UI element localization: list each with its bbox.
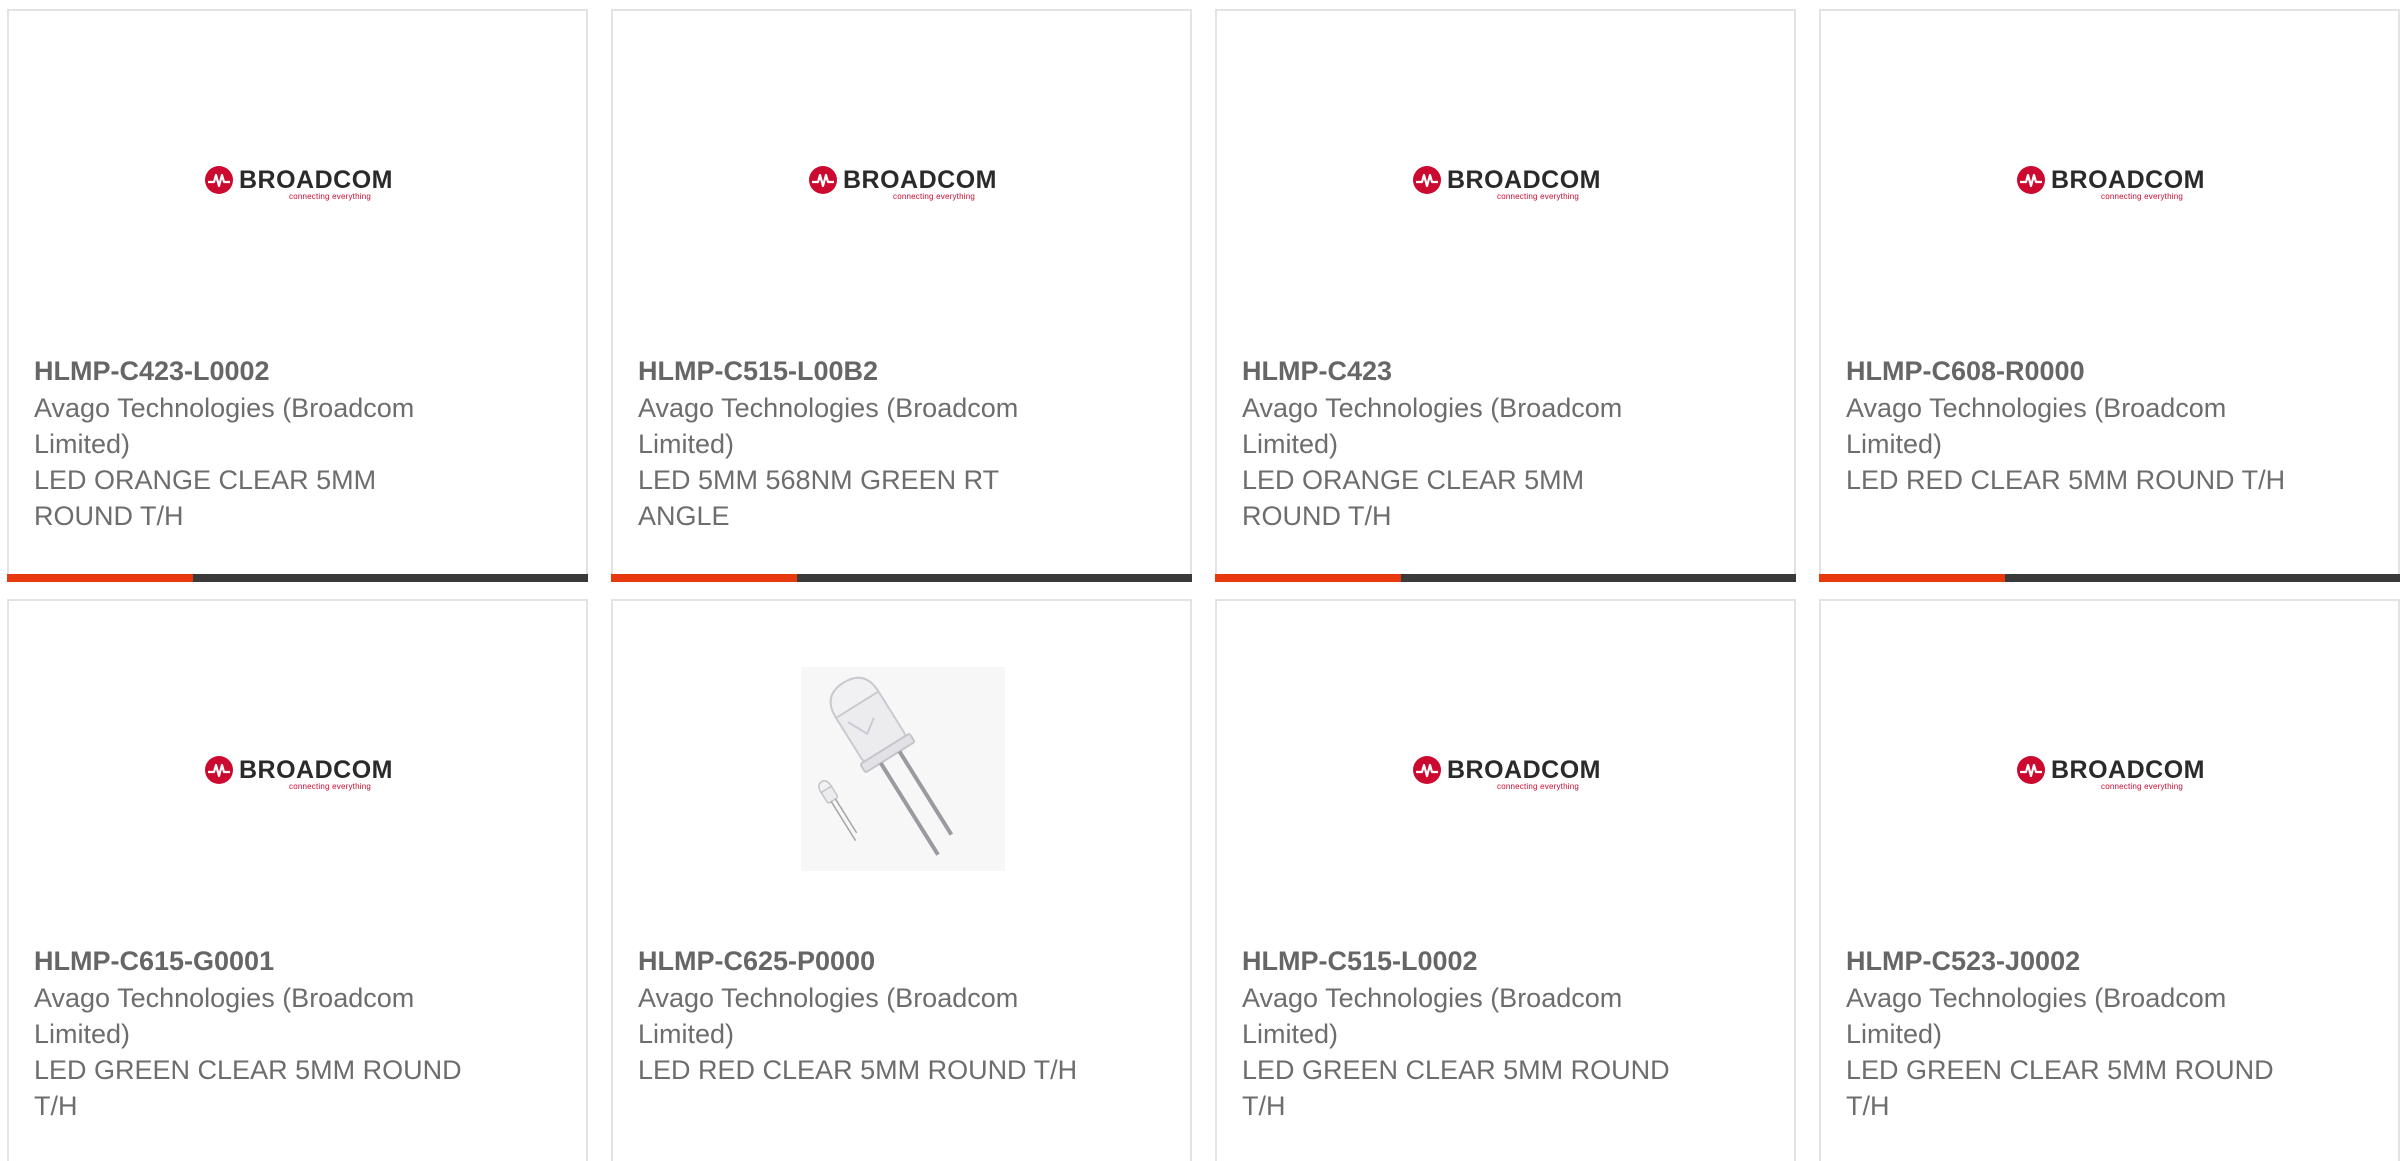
- logo-tagline: connecting everything: [1497, 192, 1580, 201]
- manufacturer: Avago Technologies (Broadcom Limited): [638, 983, 1019, 1049]
- product-card[interactable]: HLMP-C625-P0000 Avago Technologies (Broa…: [611, 599, 1192, 1161]
- manufacturer: Avago Technologies (Broadcom Limited): [34, 393, 415, 459]
- logo-wordmark: BROADCOM: [2051, 166, 2205, 194]
- description: LED ORANGE CLEAR 5MM ROUND T/H: [34, 465, 377, 531]
- part-number[interactable]: HLMP-C515-L00B2: [638, 353, 1078, 389]
- logo-tagline: connecting everything: [289, 192, 372, 201]
- product-info: HLMP-C625-P0000 Avago Technologies (Broa…: [638, 943, 1078, 1088]
- product-card[interactable]: BROADCOM connecting everything HLMP-C608…: [1819, 9, 2400, 582]
- product-image: BROADCOM connecting everything: [613, 11, 1190, 331]
- broadcom-mark-icon: [205, 756, 233, 784]
- manufacturer: Avago Technologies (Broadcom Limited): [1242, 983, 1623, 1049]
- product-image: BROADCOM connecting everything: [1217, 11, 1794, 331]
- progress-bar: [1215, 574, 1796, 582]
- part-number[interactable]: HLMP-C423: [1242, 353, 1682, 389]
- broadcom-logo: BROADCOM connecting everything: [195, 751, 405, 791]
- led-photo: [801, 667, 1005, 871]
- manufacturer: Avago Technologies (Broadcom Limited): [1846, 983, 2227, 1049]
- description: LED GREEN CLEAR 5MM ROUND T/H: [1242, 1055, 1670, 1121]
- broadcom-logo: BROADCOM connecting everything: [1403, 751, 1613, 791]
- progress-fill: [7, 574, 193, 582]
- broadcom-mark-icon: [809, 166, 837, 194]
- product-image: BROADCOM connecting everything: [1821, 11, 2398, 331]
- product-image: [613, 601, 1190, 921]
- product-info: HLMP-C615-G0001 Avago Technologies (Broa…: [34, 943, 474, 1124]
- manufacturer: Avago Technologies (Broadcom Limited): [638, 393, 1019, 459]
- product-info: HLMP-C423-L0002 Avago Technologies (Broa…: [34, 353, 474, 534]
- product-card[interactable]: BROADCOM connecting everything HLMP-C423…: [7, 9, 588, 582]
- product-image: BROADCOM connecting everything: [1217, 601, 1794, 921]
- progress-fill: [611, 574, 797, 582]
- product-grid: BROADCOM connecting everything HLMP-C423…: [0, 0, 2400, 1161]
- broadcom-logo: BROADCOM connecting everything: [195, 161, 405, 201]
- broadcom-mark-icon: [2017, 166, 2045, 194]
- logo-wordmark: BROADCOM: [239, 756, 393, 784]
- product-image: BROADCOM connecting everything: [9, 601, 586, 921]
- description: LED ORANGE CLEAR 5MM ROUND T/H: [1242, 465, 1585, 531]
- part-number[interactable]: HLMP-C423-L0002: [34, 353, 474, 389]
- product-card[interactable]: BROADCOM connecting everything HLMP-C615…: [7, 599, 588, 1161]
- product-info: HLMP-C523-J0002 Avago Technologies (Broa…: [1846, 943, 2286, 1124]
- product-info: HLMP-C515-L00B2 Avago Technologies (Broa…: [638, 353, 1078, 534]
- broadcom-mark-icon: [205, 166, 233, 194]
- product-card[interactable]: BROADCOM connecting everything HLMP-C523…: [1819, 599, 2400, 1161]
- broadcom-mark-icon: [1413, 756, 1441, 784]
- manufacturer: Avago Technologies (Broadcom Limited): [34, 983, 415, 1049]
- logo-wordmark: BROADCOM: [1447, 166, 1601, 194]
- part-number[interactable]: HLMP-C515-L0002: [1242, 943, 1682, 979]
- part-number[interactable]: HLMP-C523-J0002: [1846, 943, 2286, 979]
- progress-bar: [7, 574, 588, 582]
- logo-tagline: connecting everything: [2101, 192, 2184, 201]
- product-info: HLMP-C608-R0000 Avago Technologies (Broa…: [1846, 353, 2286, 498]
- manufacturer: Avago Technologies (Broadcom Limited): [1242, 393, 1623, 459]
- progress-fill: [1819, 574, 2005, 582]
- description: LED RED CLEAR 5MM ROUND T/H: [638, 1055, 1078, 1085]
- broadcom-logo: BROADCOM connecting everything: [799, 161, 1009, 201]
- broadcom-logo: BROADCOM connecting everything: [1403, 161, 1613, 201]
- progress-bar: [1819, 574, 2400, 582]
- product-image: BROADCOM connecting everything: [1821, 601, 2398, 921]
- progress-fill: [1215, 574, 1401, 582]
- logo-tagline: connecting everything: [2101, 782, 2184, 791]
- progress-bar: [611, 574, 1192, 582]
- logo-tagline: connecting everything: [893, 192, 976, 201]
- part-number[interactable]: HLMP-C625-P0000: [638, 943, 1078, 979]
- product-card[interactable]: BROADCOM connecting everything HLMP-C515…: [611, 9, 1192, 582]
- description: LED RED CLEAR 5MM ROUND T/H: [1846, 465, 2286, 495]
- broadcom-logo: BROADCOM connecting everything: [2007, 161, 2217, 201]
- product-card[interactable]: BROADCOM connecting everything HLMP-C423…: [1215, 9, 1796, 582]
- logo-tagline: connecting everything: [1497, 782, 1580, 791]
- product-card[interactable]: BROADCOM connecting everything HLMP-C515…: [1215, 599, 1796, 1161]
- product-info: HLMP-C423 Avago Technologies (Broadcom L…: [1242, 353, 1682, 534]
- broadcom-mark-icon: [2017, 756, 2045, 784]
- manufacturer: Avago Technologies (Broadcom Limited): [1846, 393, 2227, 459]
- description: LED 5MM 568NM GREEN RT ANGLE: [638, 465, 999, 531]
- logo-wordmark: BROADCOM: [239, 166, 393, 194]
- logo-tagline: connecting everything: [289, 782, 372, 791]
- logo-wordmark: BROADCOM: [2051, 756, 2205, 784]
- part-number[interactable]: HLMP-C615-G0001: [34, 943, 474, 979]
- description: LED GREEN CLEAR 5MM ROUND T/H: [1846, 1055, 2274, 1121]
- broadcom-mark-icon: [1413, 166, 1441, 194]
- product-image: BROADCOM connecting everything: [9, 11, 586, 331]
- broadcom-logo: BROADCOM connecting everything: [2007, 751, 2217, 791]
- logo-wordmark: BROADCOM: [1447, 756, 1601, 784]
- part-number[interactable]: HLMP-C608-R0000: [1846, 353, 2286, 389]
- led-icon: [818, 676, 954, 856]
- product-info: HLMP-C515-L0002 Avago Technologies (Broa…: [1242, 943, 1682, 1124]
- logo-wordmark: BROADCOM: [843, 166, 997, 194]
- description: LED GREEN CLEAR 5MM ROUND T/H: [34, 1055, 462, 1121]
